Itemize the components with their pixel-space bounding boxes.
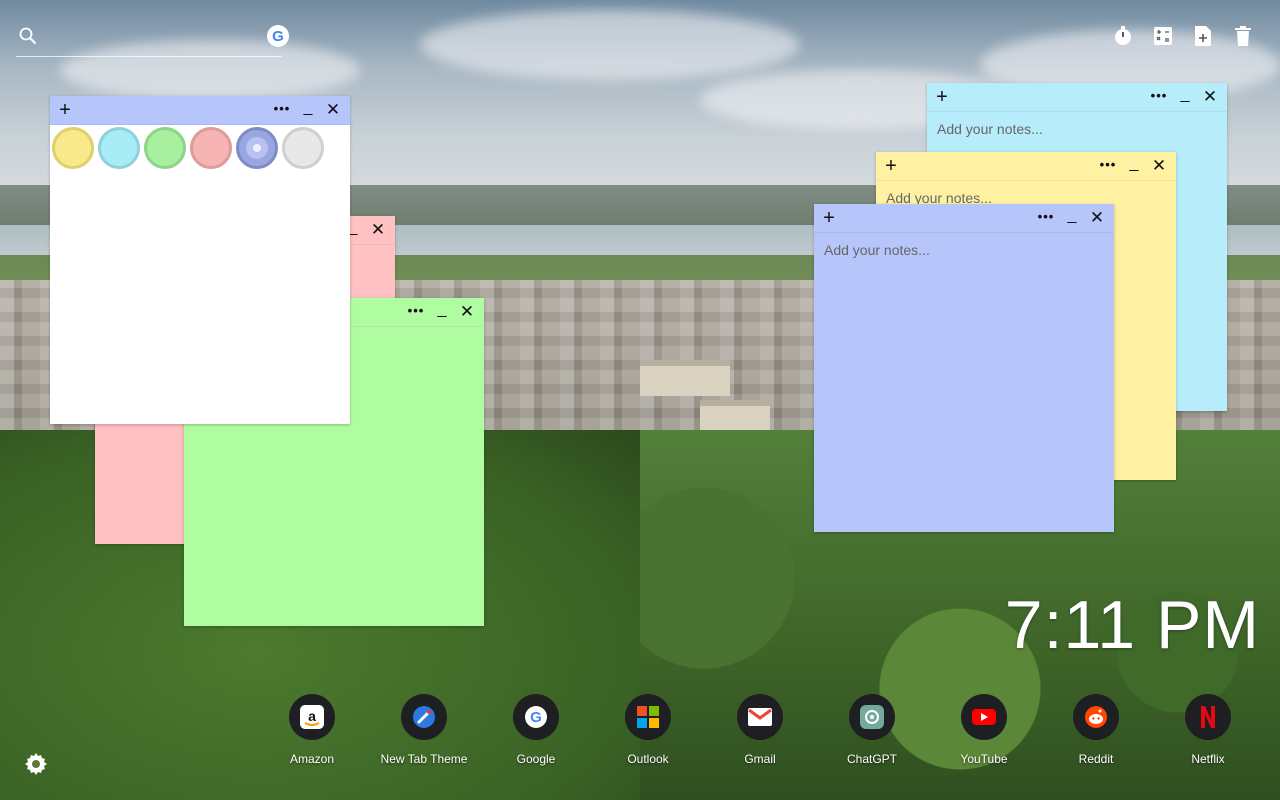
close-button[interactable]: ✕	[1088, 204, 1106, 232]
dock-app-label: YouTube	[960, 752, 1008, 766]
building	[640, 360, 730, 396]
timer-icon[interactable]	[1112, 24, 1134, 48]
add-note-button[interactable]: +	[822, 204, 836, 232]
close-button[interactable]: ✕	[369, 216, 387, 244]
sticky-note-white[interactable]: + ••• _ ✕	[50, 96, 350, 424]
new-tab-theme-icon[interactable]	[401, 694, 447, 740]
color-swatch-cyan[interactable]	[98, 127, 140, 169]
dock-app-label: Outlook	[627, 752, 669, 766]
minimize-button[interactable]: _	[1177, 83, 1193, 111]
note-text-area[interactable]: Add your notes...	[814, 233, 1114, 267]
dock-app-gmail[interactable]: Gmail	[704, 694, 816, 766]
dock-app-chatgpt[interactable]: ChatGPT	[816, 694, 928, 766]
gear-icon[interactable]	[24, 752, 48, 776]
cloud	[420, 10, 800, 80]
note-titlebar[interactable]: + ••• _ ✕	[876, 152, 1176, 181]
app-dock: a Amazon New Tab Theme G Google Outlook …	[256, 694, 1264, 774]
close-button[interactable]: ✕	[324, 96, 342, 124]
svg-text:G: G	[530, 709, 542, 726]
dock-app-google[interactable]: G Google	[480, 694, 592, 766]
dock-app-label: ChatGPT	[846, 752, 897, 766]
minimize-button[interactable]: _	[300, 96, 316, 124]
amazon-icon[interactable]: a	[289, 694, 335, 740]
dock-app-youtube[interactable]: YouTube	[928, 694, 1040, 766]
more-options-button[interactable]: •••	[1149, 83, 1169, 111]
calculator-icon[interactable]	[1152, 24, 1174, 48]
more-options-button[interactable]: •••	[1036, 204, 1056, 232]
gmail-icon[interactable]	[737, 694, 783, 740]
youtube-icon[interactable]	[961, 694, 1007, 740]
netflix-icon[interactable]	[1185, 694, 1231, 740]
dock-app-label: New Tab Theme	[380, 752, 468, 766]
minimize-button[interactable]: _	[1126, 152, 1142, 180]
selected-indicator	[246, 137, 268, 159]
chatgpt-icon[interactable]	[849, 694, 895, 740]
reddit-icon[interactable]	[1073, 694, 1119, 740]
color-swatch-yellow[interactable]	[52, 127, 94, 169]
microsoft-icon[interactable]	[625, 694, 671, 740]
search-bar[interactable]: G	[16, 22, 289, 57]
color-swatch-green[interactable]	[144, 127, 186, 169]
color-swatch-blue[interactable]	[236, 127, 278, 169]
toolbar	[1112, 24, 1254, 48]
dock-app-label: Google	[516, 752, 556, 766]
dock-app-netflix[interactable]: Netflix	[1152, 694, 1264, 766]
note-text-area[interactable]: Add your notes...	[927, 112, 1227, 146]
close-button[interactable]: ✕	[458, 298, 476, 326]
add-note-button[interactable]: +	[58, 96, 72, 124]
more-options-button[interactable]: •••	[1098, 152, 1118, 180]
note-titlebar[interactable]: + ••• _ ✕	[927, 83, 1227, 112]
dock-app-new-tab-theme[interactable]: New Tab Theme	[368, 694, 480, 766]
note-titlebar[interactable]: + ••• _ ✕	[50, 96, 350, 125]
color-palette	[50, 125, 350, 171]
trash-icon[interactable]	[1232, 24, 1254, 48]
close-button[interactable]: ✕	[1150, 152, 1168, 180]
close-button[interactable]: ✕	[1201, 83, 1219, 111]
note-titlebar[interactable]: + ••• _ ✕	[814, 204, 1114, 233]
color-swatch-gray[interactable]	[282, 127, 324, 169]
minimize-button[interactable]: _	[434, 298, 450, 326]
more-options-button[interactable]: •••	[272, 96, 292, 124]
dock-app-reddit[interactable]: Reddit	[1040, 694, 1152, 766]
google-icon[interactable]: G	[513, 694, 559, 740]
add-note-button[interactable]: +	[884, 152, 898, 180]
dock-app-label: Netflix	[1191, 752, 1225, 766]
add-note-button[interactable]: +	[935, 83, 949, 111]
dock-app-label: Gmail	[744, 752, 776, 766]
more-options-button[interactable]: •••	[406, 298, 426, 326]
dock-app-outlook[interactable]: Outlook	[592, 694, 704, 766]
dock-app-label: Amazon	[289, 752, 335, 766]
dock-app-label: Reddit	[1078, 752, 1114, 766]
add-note-icon[interactable]	[1192, 24, 1214, 48]
sticky-note-blue[interactable]: + ••• _ ✕ Add your notes...	[814, 204, 1114, 532]
dock-app-amazon[interactable]: a Amazon	[256, 694, 368, 766]
color-swatch-pink[interactable]	[190, 127, 232, 169]
clock: 7:11 PM	[1004, 587, 1260, 663]
search-icon[interactable]	[18, 26, 38, 46]
svg-text:a: a	[308, 708, 316, 724]
google-icon[interactable]: G	[267, 25, 289, 47]
minimize-button[interactable]: _	[1064, 204, 1080, 232]
